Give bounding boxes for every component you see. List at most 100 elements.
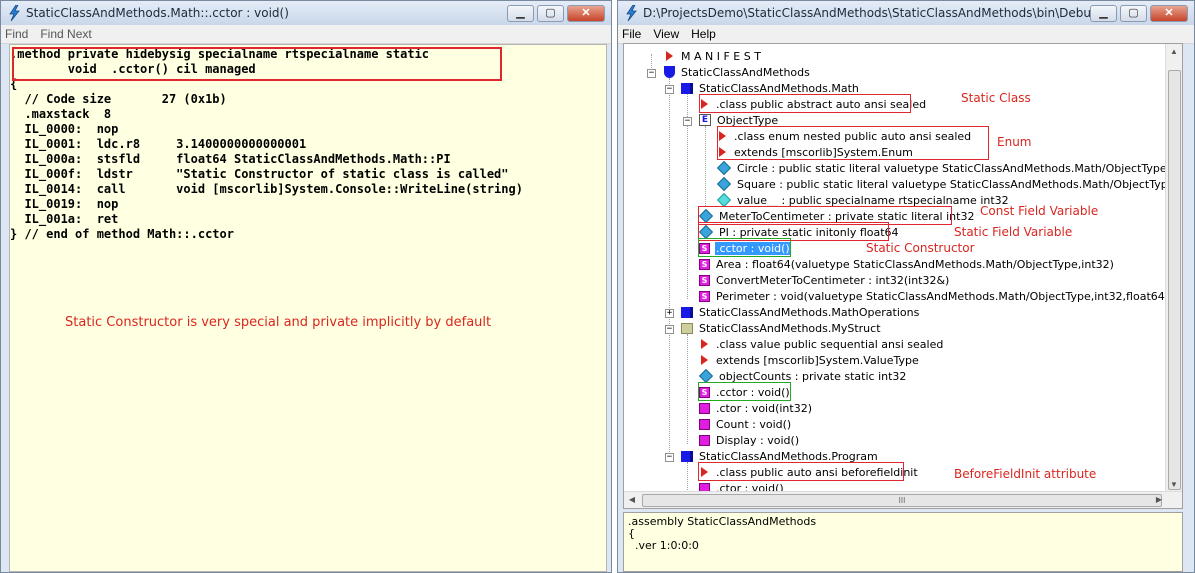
tree-node-perimeter[interactable]: S Perimeter : void(valuetype StaticClassA… — [699, 288, 1179, 304]
directive-icon — [701, 339, 708, 349]
static-field-icon — [716, 176, 732, 192]
static-ctor-note: Static Constructor is very special and p… — [65, 315, 492, 330]
ildasm-icon — [626, 5, 637, 21]
method-icon — [699, 434, 710, 446]
beforefieldinit-highlight — [698, 462, 904, 481]
struct-cctor-highlight — [698, 382, 791, 401]
ildasm-tree-window: D:\ProjectsDemo\StaticClassAndMethods\St… — [617, 0, 1195, 573]
info-line: .ver 1:0:0:0 — [628, 539, 699, 552]
tree-node-struct-directive[interactable]: .class value public sequential ansi seal… — [699, 336, 944, 352]
code-line: IL_000f: ldstr "Static Constructor of st… — [10, 167, 509, 181]
class-icon — [681, 82, 693, 94]
tree-guide — [687, 462, 688, 494]
menu-help[interactable]: Help — [691, 27, 716, 41]
class-icon — [681, 306, 693, 318]
static-class-highlight — [699, 94, 911, 113]
static-field-icon — [716, 160, 732, 176]
static-ctor-note: Static Constructor — [866, 241, 975, 255]
tree-guide — [669, 78, 670, 458]
tree-vertical-scrollbar[interactable]: ▲ ▼ — [1165, 44, 1182, 493]
tree-node-mathoperations[interactable]: StaticClassAndMethods.MathOperations — [681, 304, 920, 320]
left-window-title: StaticClassAndMethods.Math::.cctor : voi… — [26, 6, 289, 20]
collapse-toggle[interactable]: − — [665, 85, 674, 94]
code-line: IL_001a: ret — [10, 212, 119, 226]
il-code-window: StaticClassAndMethods.Math::.cctor : voi… — [0, 0, 612, 573]
maximize-button[interactable]: ▢ — [537, 4, 564, 22]
tree-node-circle[interactable]: Circle : public static literal valuetype… — [716, 160, 1168, 176]
tree-node-convert[interactable]: S ConvertMeterToCentimeter : int32(int32&… — [699, 272, 950, 288]
scroll-grip-icon: III — [898, 496, 906, 505]
static-method-icon: S — [699, 258, 710, 270]
menu-find-next[interactable]: Find Next — [40, 27, 91, 41]
tree-guide — [687, 334, 688, 444]
field-icon — [716, 192, 732, 208]
collapse-toggle[interactable]: − — [647, 69, 656, 78]
code-line: IL_0014: call void [mscorlib]System.Cons… — [10, 182, 523, 196]
scroll-thumb[interactable] — [1168, 70, 1181, 490]
static-ctor-highlight — [698, 238, 791, 257]
info-line: .assembly StaticClassAndMethods — [628, 515, 817, 528]
method-signature-highlight — [12, 47, 502, 81]
enum-icon: E — [699, 114, 711, 126]
info-line: { — [628, 527, 635, 540]
scroll-thumb[interactable]: III — [642, 494, 1162, 507]
tree-node-struct-ctor[interactable]: .ctor : void(int32) — [699, 400, 813, 416]
assembly-info-pane[interactable]: .assembly StaticClassAndMethods { .ver 1… — [623, 512, 1183, 572]
struct-icon — [681, 322, 693, 334]
directive-icon — [701, 355, 708, 365]
minimize-button[interactable]: ▁ — [507, 4, 534, 22]
assembly-tree[interactable]: − − − + − − M A N I F E S T StaticClassA… — [623, 43, 1183, 509]
enum-highlight — [717, 126, 989, 160]
directive-icon — [666, 51, 673, 61]
menu-view[interactable]: View — [653, 27, 679, 41]
assembly-icon — [664, 66, 675, 78]
tree-node-display[interactable]: Display : void() — [699, 432, 800, 448]
class-icon — [681, 450, 693, 462]
tree-horizontal-scrollbar[interactable]: ◀ III ▶ — [624, 491, 1182, 508]
static-method-icon: S — [699, 274, 710, 286]
code-line: IL_0001: ldc.r8 3.1400000000000001 — [10, 137, 307, 151]
close-button[interactable]: ✕ — [567, 4, 605, 22]
right-titlebar[interactable]: D:\ProjectsDemo\StaticClassAndMethods\St… — [618, 1, 1194, 25]
tree-node-count[interactable]: Count : void() — [699, 416, 792, 432]
scroll-left-icon[interactable]: ◀ — [624, 492, 640, 508]
code-line: IL_0019: nop — [10, 197, 119, 211]
left-menubar: Find Find Next — [1, 25, 611, 44]
scroll-right-icon[interactable]: ▶ — [1151, 492, 1167, 508]
maximize-button[interactable]: ▢ — [1120, 4, 1147, 22]
menu-find[interactable]: Find — [5, 27, 28, 41]
beforefieldinit-note: BeforeFieldInit attribute — [954, 467, 1097, 481]
static-method-icon: S — [699, 290, 710, 302]
tree-node-area[interactable]: S Area : float64(valuetype StaticClassAnd… — [699, 256, 1115, 272]
collapse-toggle[interactable]: − — [665, 453, 674, 462]
collapse-toggle[interactable]: − — [665, 325, 674, 334]
static-field-icon — [698, 368, 714, 384]
right-menubar: File View Help — [618, 25, 1194, 44]
left-titlebar[interactable]: StaticClassAndMethods.Math::.cctor : voi… — [1, 1, 611, 25]
tree-node-assembly[interactable]: StaticClassAndMethods — [664, 64, 811, 80]
method-icon — [699, 402, 710, 414]
menu-file[interactable]: File — [622, 27, 641, 41]
il-code-view[interactable]: .method private hidebysig specialname rt… — [9, 44, 607, 572]
code-line: IL_0000: nop — [10, 122, 119, 136]
tree-node-struct-extends[interactable]: extends [mscorlib]System.ValueType — [699, 352, 920, 368]
tree-node-mystruct[interactable]: StaticClassAndMethods.MyStruct — [681, 320, 882, 336]
enum-note: Enum — [997, 135, 1032, 149]
code-line: .maxstack 8 — [10, 107, 112, 121]
tree-guide — [705, 126, 706, 206]
right-window-title: D:\ProjectsDemo\StaticClassAndMethods\St… — [643, 6, 1090, 20]
tree-node-manifest[interactable]: M A N I F E S T — [664, 48, 762, 64]
code-line: // Code size 27 (0x1b) — [10, 92, 227, 106]
collapse-toggle[interactable]: − — [683, 117, 692, 126]
static-class-note: Static Class — [961, 91, 1031, 105]
method-icon — [699, 418, 710, 430]
minimize-button[interactable]: ▁ — [1090, 4, 1117, 22]
code-line: IL_000a: stsfld float64 StaticClassAndMe… — [10, 152, 451, 166]
expand-toggle[interactable]: + — [665, 309, 674, 318]
const-field-note: Const Field Variable — [980, 204, 1099, 218]
ildasm-icon — [9, 5, 20, 21]
tree-node-square[interactable]: Square : public static literal valuetype… — [716, 176, 1176, 192]
close-button[interactable]: ✕ — [1150, 4, 1188, 22]
static-field-note: Static Field Variable — [954, 225, 1073, 239]
scroll-up-icon[interactable]: ▲ — [1166, 44, 1182, 60]
